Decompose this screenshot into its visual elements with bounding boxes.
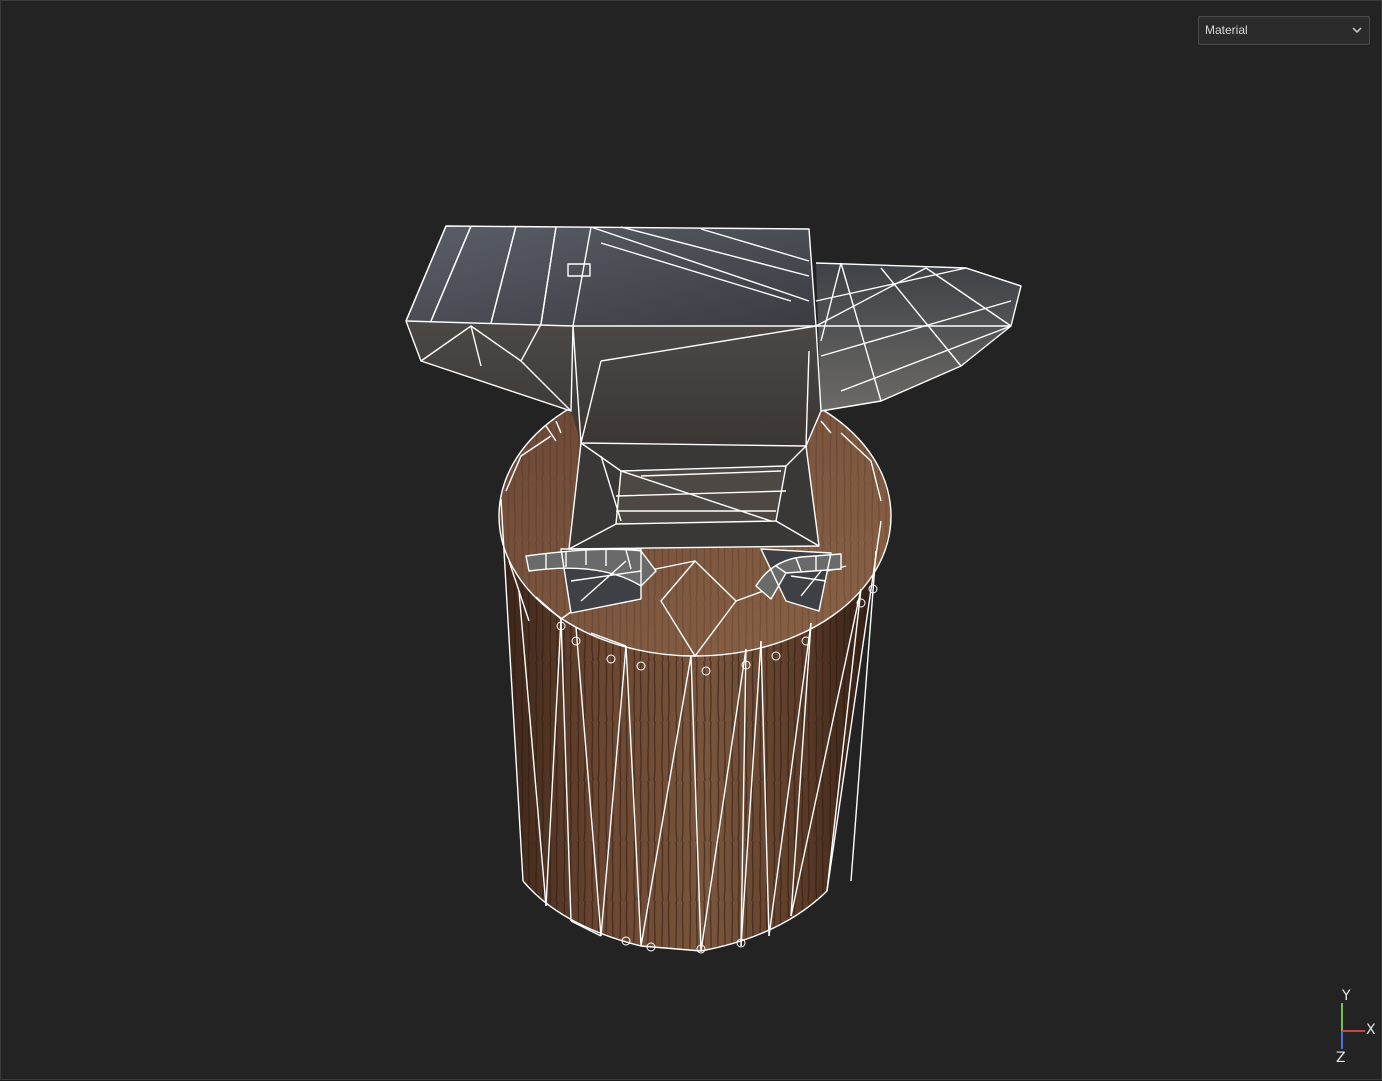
axis-gizmo[interactable]: Y X Z	[1327, 988, 1379, 1071]
view-mode-select[interactable]: Material	[1198, 16, 1370, 45]
3d-viewport[interactable]: Material Y X Z	[0, 0, 1382, 1080]
anvil-model[interactable]	[1, 1, 1382, 1081]
axis-x-label: X	[1366, 1022, 1376, 1038]
axis-y-label: Y	[1342, 988, 1351, 1004]
view-mode-selected-value: Material	[1205, 23, 1248, 37]
chevron-down-icon	[1352, 27, 1362, 34]
axis-z-label: Z	[1336, 1050, 1346, 1066]
